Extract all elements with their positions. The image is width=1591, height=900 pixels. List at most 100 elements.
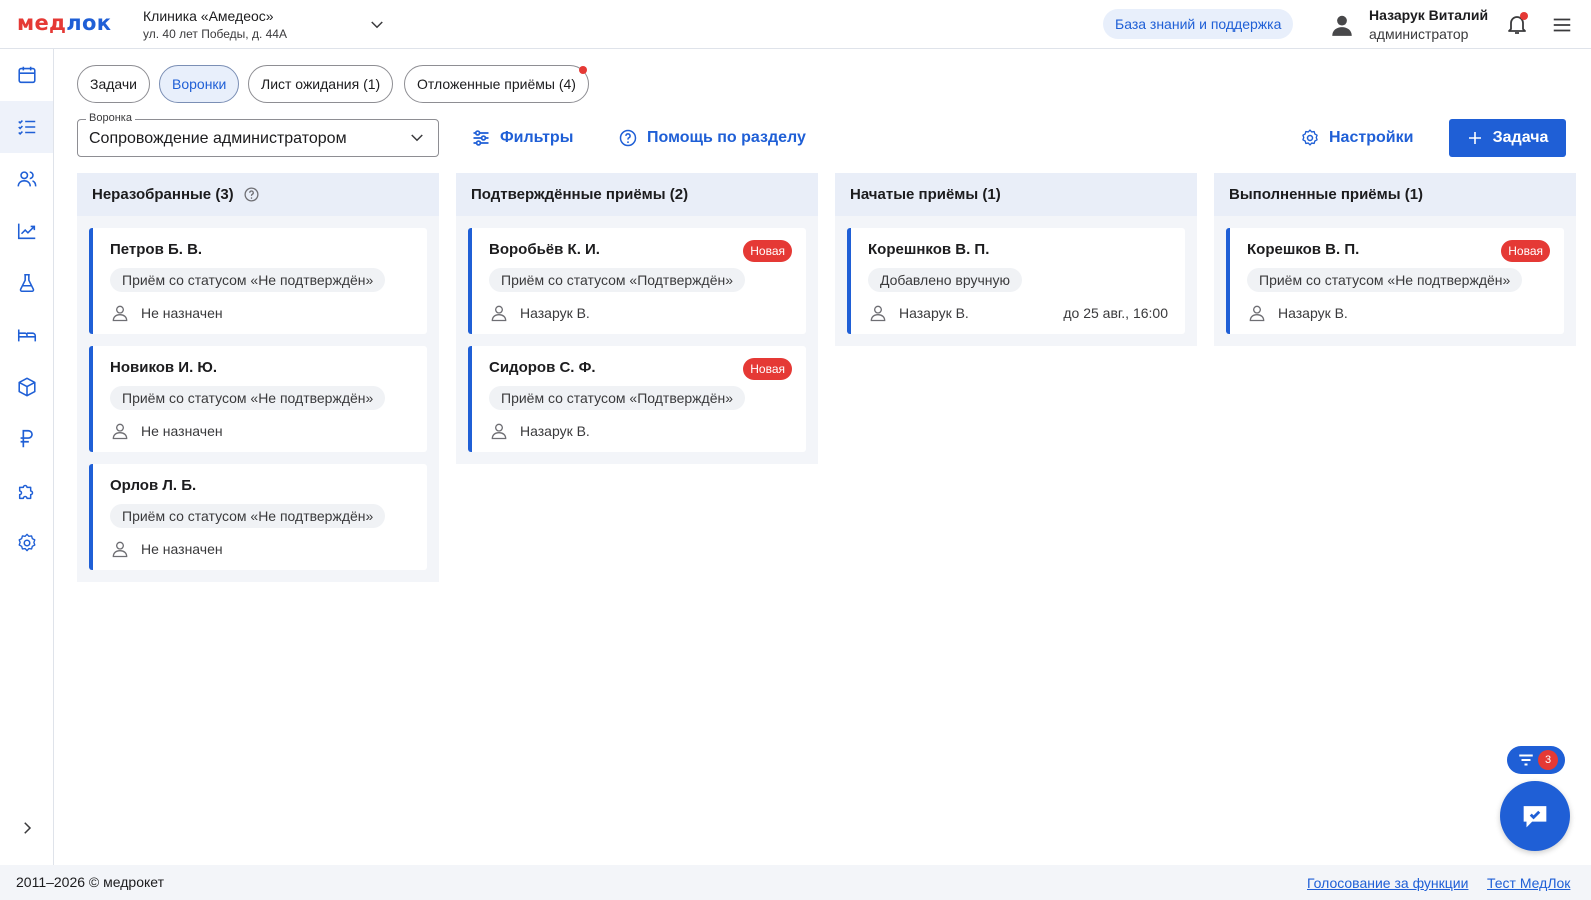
chat-bubble-icon — [1523, 806, 1547, 828]
kanban-column-unsorted: Неразобранные (3) Петров Б. В. Приём со … — [77, 173, 439, 582]
gear-icon — [18, 533, 35, 552]
add-task-button[interactable]: Задача — [1449, 119, 1566, 157]
task-card[interactable]: Корешнков В. П. Добавлено вручную Назару… — [847, 228, 1185, 334]
status-chip: Приём со статусом «Подтверждён» — [489, 386, 746, 410]
task-card[interactable]: Воробьёв К. И. Новая Приём со статусом «… — [468, 228, 806, 334]
column-header: Начатые приёмы (1) — [835, 173, 1197, 216]
medlok-logo[interactable]: медлок — [17, 11, 111, 35]
status-chip: Приём со статусом «Не подтверждён» — [110, 268, 386, 292]
assignee-name: Назарук В. — [1278, 305, 1348, 321]
kanban-column-completed: Выполненные приёмы (1) Корешков В. П. Но… — [1214, 173, 1576, 346]
chevron-down-icon — [411, 134, 423, 142]
section-help-button[interactable]: Помощь по разделу — [618, 127, 806, 149]
support-chat-button[interactable] — [1500, 781, 1570, 851]
tab-tasks[interactable]: Задачи — [77, 65, 151, 103]
funnel-select[interactable]: Воронка Сопровождение администратором — [77, 112, 439, 157]
funnel-select-value: Сопровождение администратором — [89, 130, 347, 147]
new-badge: Новая — [1501, 240, 1550, 262]
status-chip: Приём со статусом «Подтверждён» — [489, 268, 746, 292]
patient-name: Корешнков В. П. — [868, 241, 990, 258]
puzzle-icon — [18, 484, 33, 500]
task-card[interactable]: Корешков В. П. Новая Приём со статусом «… — [1226, 228, 1564, 334]
assignee-name: Не назначен — [141, 423, 223, 439]
sidebar-item-settings[interactable] — [0, 517, 53, 569]
assignee-row: Назарук В. — [489, 302, 789, 324]
task-card[interactable]: Новиков И. Ю. Приём со статусом «Не подт… — [89, 346, 427, 452]
column-header: Подтверждённые приёмы (2) — [456, 173, 818, 216]
user-avatar-icon[interactable] — [1329, 12, 1355, 38]
filter-icon — [1519, 754, 1533, 766]
column-title: Выполненные приёмы (1) — [1229, 186, 1424, 203]
feature-voting-link[interactable]: Голосование за функции — [1307, 875, 1468, 891]
task-card[interactable]: Орлов Л. Б. Приём со статусом «Не подтве… — [89, 464, 427, 570]
gear-icon — [1302, 129, 1318, 146]
top-header: медлок Клиника «Амедеос» ул. 40 лет Побе… — [0, 0, 1591, 49]
user-info[interactable]: Назарук Виталий администратор — [1369, 7, 1488, 42]
help-circle-icon — [619, 129, 637, 147]
settings-button[interactable]: Настройки — [1300, 127, 1413, 149]
person-icon — [1249, 305, 1265, 322]
clinic-selector[interactable]: Клиника «Амедеос» ул. 40 лет Победы, д. … — [143, 8, 287, 41]
person-icon — [112, 423, 128, 440]
assignee-row: Не назначен — [110, 420, 410, 442]
person-icon — [491, 423, 507, 440]
person-icon — [112, 305, 128, 322]
column-title: Подтверждённые приёмы (2) — [471, 186, 689, 203]
assignee-row: Не назначен — [110, 302, 410, 324]
add-task-label: Задача — [1492, 129, 1549, 146]
sidebar-item-patients[interactable] — [0, 153, 53, 205]
calendar-icon — [17, 66, 36, 84]
person-icon — [870, 305, 886, 322]
status-chip: Добавлено вручную — [868, 268, 1022, 292]
user-role: администратор — [1369, 26, 1469, 42]
patient-name: Новиков И. Ю. — [110, 359, 218, 376]
notification-dot — [1520, 12, 1528, 20]
chevron-down-icon[interactable] — [368, 16, 386, 34]
patient-name: Петров Б. В. — [110, 241, 203, 258]
assignee-row: Назарук В. — [489, 420, 789, 442]
assignee-name: Назарук В. — [520, 423, 590, 439]
sidebar-item-tasks[interactable] — [0, 101, 53, 153]
column-title: Начатые приёмы (1) — [850, 186, 1001, 203]
column-header: Выполненные приёмы (1) — [1214, 173, 1576, 216]
ruble-icon — [20, 429, 33, 448]
copyright: 2011–2026 © медрокет — [16, 874, 164, 890]
box-icon — [17, 377, 36, 397]
status-chip: Приём со статусом «Не подтверждён» — [110, 386, 386, 410]
due-date: до 25 авг., 16:00 — [1063, 305, 1168, 321]
sidebar-item-warehouse[interactable] — [0, 361, 53, 413]
sidebar-item-analytics[interactable] — [0, 205, 53, 257]
tab-funnels[interactable]: Воронки — [159, 65, 240, 103]
assignee-name: Не назначен — [141, 305, 223, 321]
sidebar-expand-button[interactable] — [0, 802, 53, 854]
settings-label: Настройки — [1329, 129, 1414, 146]
sidebar-item-lab[interactable] — [0, 257, 53, 309]
active-filters-button[interactable]: 3 — [1507, 746, 1565, 774]
kanban-column-confirmed: Подтверждённые приёмы (2) Воробьёв К. И.… — [456, 173, 818, 464]
help-circle-icon[interactable] — [243, 186, 260, 203]
hamburger-menu-icon[interactable] — [1551, 14, 1573, 36]
footer: 2011–2026 © медрокет Голосование за функ… — [0, 865, 1591, 900]
filters-button[interactable]: Фильтры — [471, 127, 573, 149]
medlok-test-link[interactable]: Тест МедЛок — [1487, 875, 1570, 891]
section-help-label: Помощь по разделу — [647, 129, 806, 146]
tab-waiting-list[interactable]: Лист ожидания (1) — [248, 65, 394, 103]
task-card[interactable]: Сидоров С. Ф. Новая Приём со статусом «П… — [468, 346, 806, 452]
users-icon — [17, 171, 36, 187]
funnel-select-label: Воронка — [86, 112, 135, 124]
assignee-row: Назарук В. до 25 авг., 16:00 — [868, 302, 1168, 324]
postponed-indicator-dot — [579, 66, 587, 74]
clinic-name: Клиника «Амедеос» — [143, 8, 274, 24]
sidebar-item-finance[interactable] — [0, 413, 53, 465]
knowledge-base-button[interactable]: База знаний и поддержка — [1103, 9, 1294, 39]
filter-count-badge: 3 — [1538, 750, 1558, 770]
sidebar-item-integrations[interactable] — [0, 465, 53, 517]
chevron-right-icon — [23, 822, 31, 834]
sidebar-item-calendar[interactable] — [0, 49, 53, 101]
assignee-name: Не назначен — [141, 541, 223, 557]
tab-postponed[interactable]: Отложенные приёмы (4) — [404, 65, 589, 103]
patient-name: Орлов Л. Б. — [110, 477, 197, 494]
task-card[interactable]: Петров Б. В. Приём со статусом «Не подтв… — [89, 228, 427, 334]
sidebar-item-hospital[interactable] — [0, 309, 53, 361]
assignee-row: Назарук В. — [1247, 302, 1547, 324]
